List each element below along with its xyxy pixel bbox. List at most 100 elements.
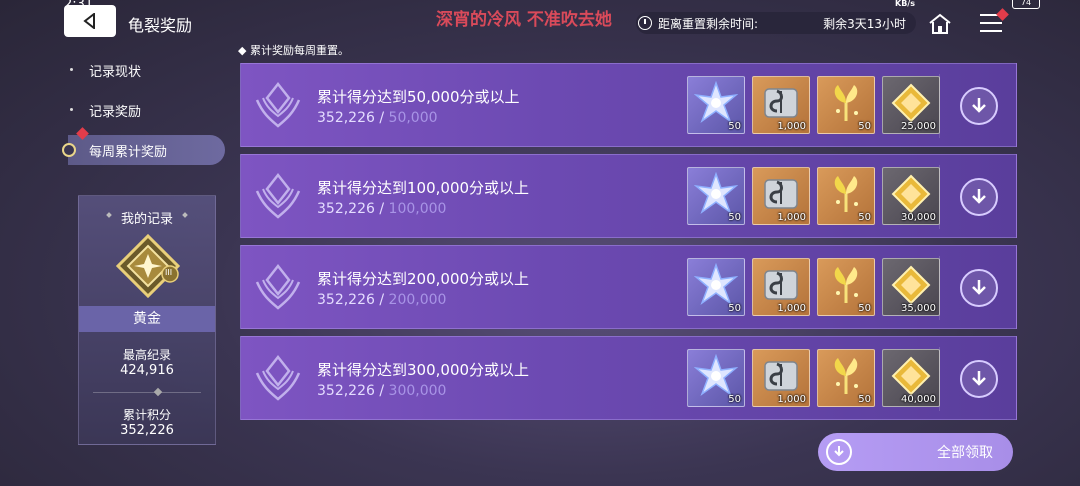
reward-quantity: 40,000 [901, 394, 936, 405]
reward-quantity: 30,000 [901, 212, 936, 223]
reward-item[interactable]: 50 [687, 349, 745, 407]
claim-button[interactable] [960, 87, 998, 125]
reward-item[interactable]: 1,000 [752, 258, 810, 316]
total-points-value: 352,226 [120, 423, 174, 438]
reward-item[interactable]: 50 [687, 76, 745, 134]
crystal-star-icon [694, 354, 738, 397]
reward-row: 累计得分达到300,000分或以上 352,226 / 300,000 50 1… [240, 336, 1017, 420]
reward-quantity: 1,000 [777, 212, 806, 223]
progress-goal: 300,000 [388, 383, 447, 399]
download-icon [972, 98, 986, 113]
reward-items: 50 1,000 50 35,000 [687, 258, 947, 316]
reset-notice: ◆ 累计奖励每周重置。 [238, 44, 349, 57]
back-arrow-icon [83, 13, 95, 29]
reward-quantity: 35,000 [901, 303, 936, 314]
divider [939, 347, 940, 411]
reward-row: 累计得分达到200,000分或以上 352,226 / 200,000 50 1… [240, 245, 1017, 329]
my-record-card: 我的记录 III 黄金 最高纪录 424,916 累计积分 352,226 [78, 195, 216, 445]
reward-quantity: 50 [858, 303, 871, 314]
download-icon [972, 189, 986, 204]
divider [939, 74, 940, 138]
reward-item[interactable]: 1,000 [752, 76, 810, 134]
clock-icon [638, 16, 652, 30]
reward-quantity: 50 [728, 303, 741, 314]
reward-quantity: 50 [728, 394, 741, 405]
download-icon [826, 439, 852, 465]
gold-gem-icon [891, 356, 931, 396]
gold-gem-icon [891, 83, 931, 123]
reward-item[interactable]: 50 [817, 167, 875, 225]
best-record-value: 424,916 [120, 363, 174, 378]
sidebar-item-label: 记录现状 [89, 64, 142, 80]
music-scroll-icon [764, 361, 798, 391]
reward-quantity: 50 [858, 212, 871, 223]
reward-item[interactable]: 1,000 [752, 167, 810, 225]
progress-current: 352,226 [317, 110, 375, 126]
reward-quantity: 50 [728, 121, 741, 132]
reward-quantity: 1,000 [777, 121, 806, 132]
progress-goal: 100,000 [388, 201, 447, 217]
crystal-star-icon [694, 263, 738, 306]
reset-timer: 距离重置剩余时间: 剩余3天13小时 [636, 12, 916, 34]
music-scroll-icon [764, 179, 798, 209]
sidebar: 记录现状 记录奖励 每周累计奖励 [60, 55, 225, 175]
music-scroll-icon [764, 270, 798, 300]
back-button[interactable] [64, 5, 116, 37]
progress-separator: / [374, 383, 389, 399]
progress-separator: / [374, 110, 389, 126]
rank-tier: III [165, 268, 173, 277]
claim-button[interactable] [960, 178, 998, 216]
best-record: 最高纪录 424,916 [79, 346, 215, 378]
home-icon[interactable] [928, 12, 952, 36]
gold-gem-icon [891, 174, 931, 214]
progress-goal: 200,000 [388, 292, 447, 308]
reward-quantity: 25,000 [901, 121, 936, 132]
reward-item[interactable]: 50 [817, 258, 875, 316]
banner-text: 深宵的冷风 不准吹去她 [436, 10, 612, 30]
sidebar-item-record-status[interactable]: 记录现状 [60, 55, 225, 85]
net-speed: KB/s [895, 0, 915, 8]
rank-crest-icon [255, 354, 301, 401]
progress-current: 352,226 [317, 201, 375, 217]
reward-item[interactable]: 50 [687, 258, 745, 316]
record-title: 我的记录 [120, 212, 173, 227]
download-icon [972, 280, 986, 295]
gold-gem-icon [891, 265, 931, 305]
reward-item[interactable]: 35,000 [882, 258, 940, 316]
progress-text: 352,226 / 100,000 [317, 201, 446, 217]
page-title: 龟裂奖励 [128, 16, 193, 35]
sidebar-item-record-rewards[interactable]: 记录奖励 [60, 95, 225, 125]
reward-item[interactable]: 30,000 [882, 167, 940, 225]
progress-separator: / [374, 292, 389, 308]
sidebar-item-label: 记录奖励 [89, 104, 142, 120]
selected-ring-icon [62, 143, 76, 157]
reward-list: 累计得分达到50,000分或以上 352,226 / 50,000 50 1,0… [240, 63, 1017, 427]
claim-all-label: 全部领取 [937, 445, 993, 461]
gold-sprout-icon [834, 85, 858, 121]
requirement-text: 累计得分达到300,000分或以上 [317, 361, 530, 379]
claim-button[interactable] [960, 269, 998, 307]
gold-sprout-icon [834, 267, 858, 303]
divider [939, 256, 940, 320]
sidebar-item-label: 每周累计奖励 [89, 144, 168, 160]
reward-quantity: 1,000 [777, 394, 806, 405]
reward-items: 50 1,000 50 30,000 [687, 167, 947, 225]
claim-all-button[interactable]: 全部领取 [818, 433, 1013, 471]
reward-item[interactable]: 40,000 [882, 349, 940, 407]
sidebar-item-weekly-rewards[interactable]: 每周累计奖励 [62, 127, 225, 165]
gold-sprout-icon [834, 176, 858, 212]
reward-row: 累计得分达到100,000分或以上 352,226 / 100,000 50 1… [240, 154, 1017, 238]
battery-icon: 74 [1012, 0, 1040, 9]
progress-text: 352,226 / 50,000 [317, 110, 438, 126]
reward-item[interactable]: 1,000 [752, 349, 810, 407]
reward-item[interactable]: 50 [817, 349, 875, 407]
gold-sprout-icon [834, 358, 858, 394]
reward-item[interactable]: 50 [687, 167, 745, 225]
reward-row: 累计得分达到50,000分或以上 352,226 / 50,000 50 1,0… [240, 63, 1017, 147]
claim-button[interactable] [960, 360, 998, 398]
divider [939, 165, 940, 229]
reward-items: 50 1,000 50 25,000 [687, 76, 947, 134]
reward-item[interactable]: 25,000 [882, 76, 940, 134]
best-record-label: 最高纪录 [122, 348, 171, 362]
reward-item[interactable]: 50 [817, 76, 875, 134]
